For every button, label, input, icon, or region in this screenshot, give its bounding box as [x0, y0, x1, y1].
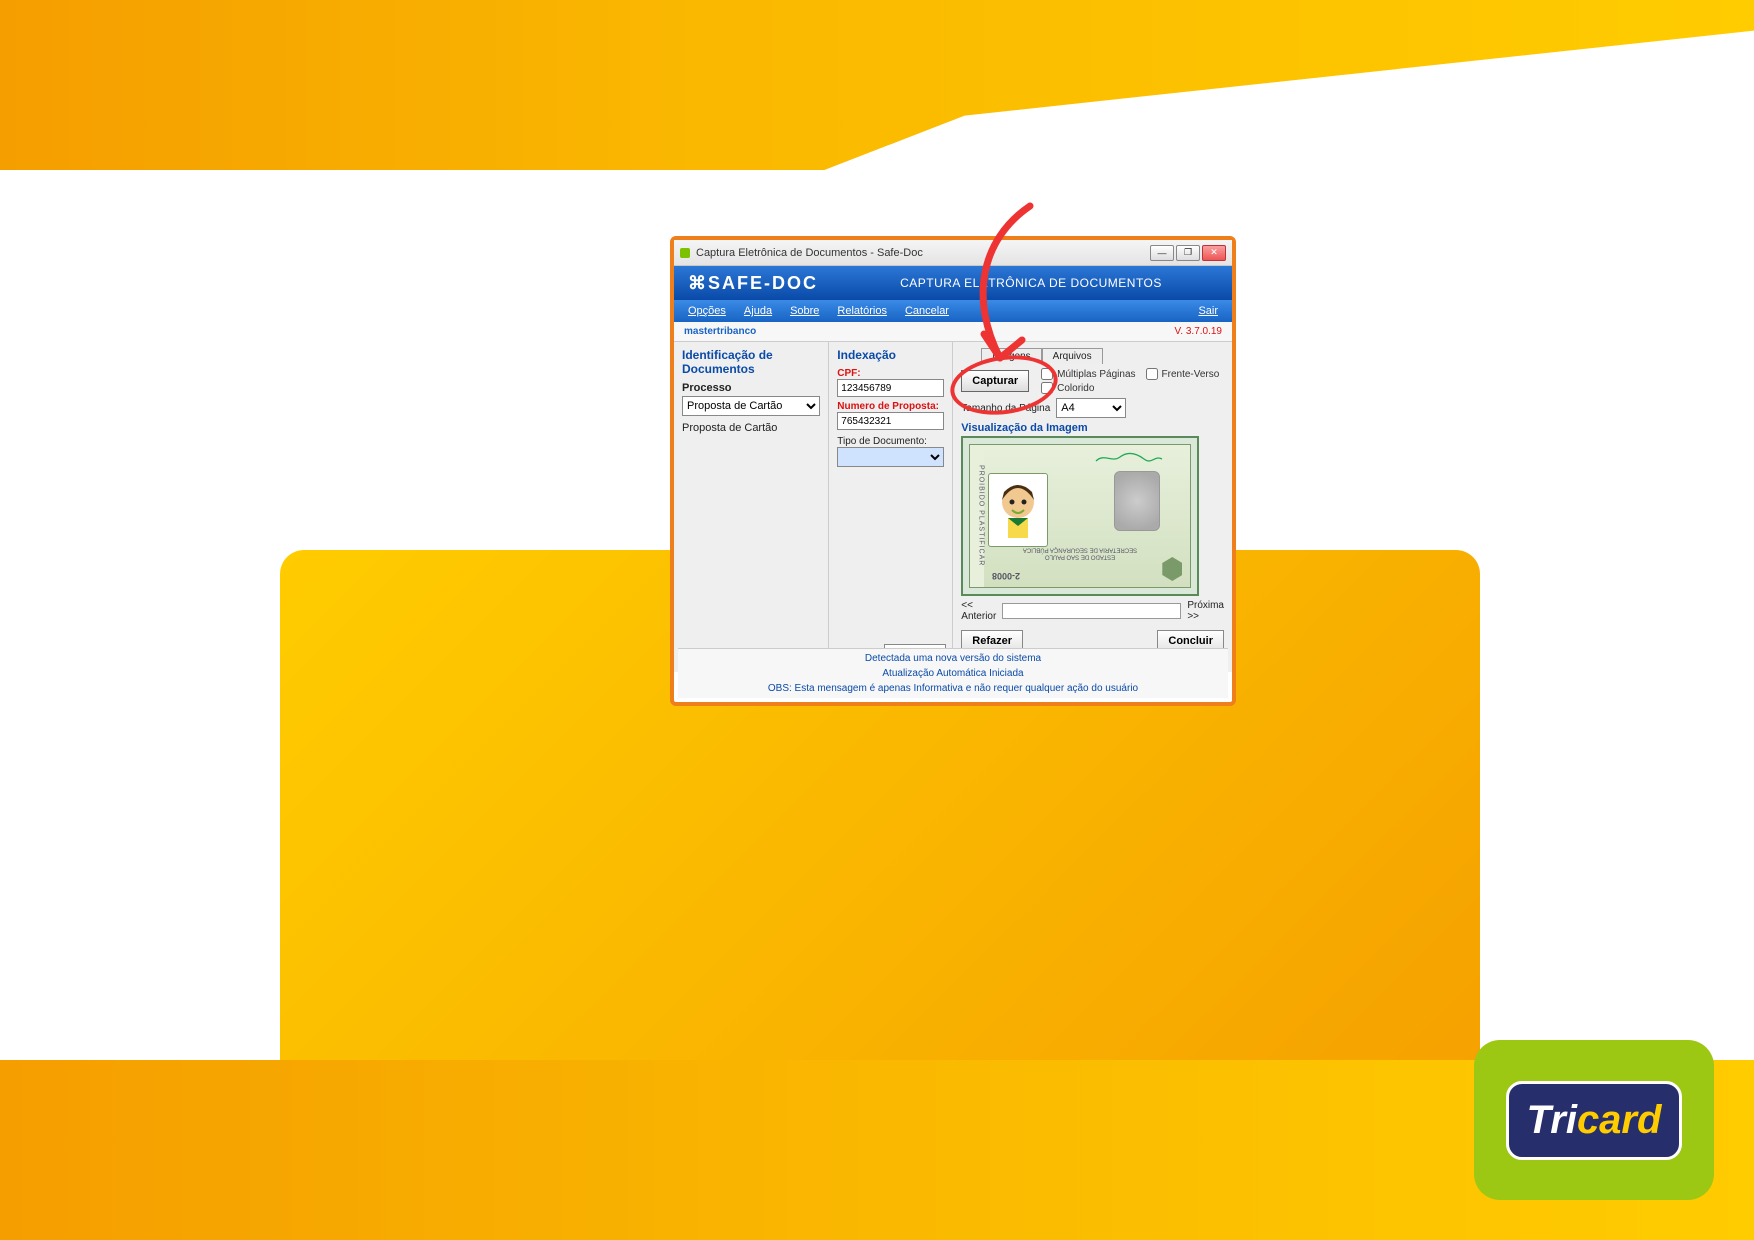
multipaginas-checkbox[interactable]	[1041, 368, 1053, 380]
colorido-label: Colorido	[1057, 383, 1094, 394]
id-state-line2: SECRETARIA DE SEGURANÇA PÚBLICA	[1023, 546, 1137, 552]
main-columns: Identificação de Documentos Processo Pro…	[674, 342, 1232, 672]
frenteverso-check[interactable]: Frente-Verso	[1146, 368, 1220, 380]
tab-imagens[interactable]: Imagens	[981, 348, 1041, 364]
processo-value-text: Proposta de Cartão	[682, 422, 820, 434]
version-label: V. 3.7.0.19	[1175, 326, 1222, 337]
page-nav-row: << Anterior Próxima >>	[961, 600, 1224, 622]
banner-caption: CAPTURA ELETRÔNICA DE DOCUMENTOS	[844, 276, 1218, 290]
window-title: Captura Eletrônica de Documentos - Safe-…	[696, 247, 1144, 259]
status-line-3: OBS: Esta mensagem é apenas Informativa …	[678, 681, 1228, 696]
menu-bar: Opções Ajuda Sobre Relatórios Cancelar S…	[674, 300, 1232, 322]
panel-imagem: Imagens Arquivos Capturar Múltiplas Pági…	[953, 342, 1232, 672]
id-fingerprint	[1114, 471, 1160, 531]
page-number-input[interactable]	[1002, 603, 1181, 619]
minimize-button[interactable]: —	[1150, 245, 1174, 261]
processo-select[interactable]: Proposta de Cartão	[682, 396, 820, 416]
tipodoc-select[interactable]	[837, 447, 944, 467]
meta-bar: mastertribanco V. 3.7.0.19	[674, 322, 1232, 342]
tricard-suffix: card	[1577, 1098, 1662, 1142]
titlebar: Captura Eletrônica de Documentos - Safe-…	[674, 240, 1232, 266]
tab-arquivos[interactable]: Arquivos	[1042, 348, 1103, 364]
multipaginas-label: Múltiplas Páginas	[1057, 369, 1135, 380]
id-state-line1: ESTADO DE SÃO PAULO	[1045, 553, 1115, 559]
app-logo-text: ⌘SAFE-DOC	[688, 273, 818, 294]
close-button[interactable]: ✕	[1202, 245, 1226, 261]
window-controls: — ❐ ✕	[1150, 245, 1226, 261]
menu-cancelar[interactable]: Cancelar	[905, 305, 949, 317]
viz-title: Visualização da Imagem	[961, 422, 1224, 434]
cpf-input[interactable]	[837, 379, 944, 397]
id-document-image: PROIBIDO PLASTIFICAR	[969, 444, 1191, 588]
id-number: 2-0008	[992, 571, 1020, 581]
id-crest-icon	[1162, 557, 1182, 581]
status-bar: Detectada uma nova versão do sistema Atu…	[678, 648, 1228, 698]
tricard-wordmark: Tricard	[1506, 1081, 1683, 1160]
app-banner: ⌘SAFE-DOC CAPTURA ELETRÔNICA DE DOCUMENT…	[674, 266, 1232, 300]
processo-label: Processo	[682, 382, 820, 394]
anterior-link[interactable]: << Anterior	[961, 600, 996, 622]
current-user: mastertribanco	[684, 326, 756, 337]
pagesize-label: Tamanho da Página	[961, 403, 1050, 414]
colorido-check[interactable]: Colorido	[1041, 382, 1219, 394]
slide-top-wave	[0, 0, 1754, 170]
id-state-text: ESTADO DE SÃO PAULO SECRETARIA DE SEGURA…	[970, 545, 1190, 559]
tricard-prefix: Tri	[1527, 1098, 1577, 1142]
app-icon	[680, 248, 690, 258]
tipodoc-label: Tipo de Documento:	[837, 436, 944, 447]
colorido-checkbox[interactable]	[1041, 382, 1053, 394]
pagesize-select[interactable]: A4	[1056, 398, 1126, 418]
safedoc-window: Captura Eletrônica de Documentos - Safe-…	[670, 236, 1236, 706]
panel-indexacao: Indexação CPF: Numero de Proposta: Tipo …	[829, 342, 953, 672]
menu-ajuda[interactable]: Ajuda	[744, 305, 772, 317]
pagesize-row: Tamanho da Página A4	[961, 398, 1224, 418]
ident-title: Identificação de Documentos	[682, 348, 820, 376]
status-line-2: Atualização Automática Iniciada	[678, 666, 1228, 681]
tricard-logo: Tricard	[1474, 1040, 1714, 1200]
proxima-link[interactable]: Próxima >>	[1187, 600, 1224, 622]
frenteverso-checkbox[interactable]	[1146, 368, 1158, 380]
frenteverso-label: Frente-Verso	[1162, 369, 1220, 380]
image-preview: PROIBIDO PLASTIFICAR	[961, 436, 1199, 596]
cpf-label: CPF:	[837, 368, 944, 379]
capture-row: Capturar Múltiplas Páginas Frente-Verso …	[961, 368, 1224, 394]
menu-relatorios[interactable]: Relatórios	[837, 305, 887, 317]
menu-sobre[interactable]: Sobre	[790, 305, 819, 317]
menu-opcoes[interactable]: Opções	[688, 305, 726, 317]
maximize-button[interactable]: ❐	[1176, 245, 1200, 261]
panel-identificacao: Identificação de Documentos Processo Pro…	[674, 342, 829, 672]
status-line-1: Detectada uma nova versão do sistema	[678, 651, 1228, 666]
id-photo	[988, 473, 1048, 547]
id-proibido-text: PROIBIDO PLASTIFICAR	[970, 445, 984, 587]
numprop-label: Numero de Proposta:	[837, 401, 944, 412]
index-title: Indexação	[837, 348, 944, 362]
app-name: SAFE-DOC	[708, 273, 818, 293]
multipaginas-check[interactable]: Múltiplas Páginas	[1041, 368, 1135, 380]
capturar-button[interactable]: Capturar	[961, 370, 1029, 392]
menu-sair[interactable]: Sair	[1198, 305, 1218, 317]
numprop-input[interactable]	[837, 412, 944, 430]
id-signature	[1094, 451, 1164, 465]
cartoon-face-icon	[994, 480, 1042, 540]
image-tabs: Imagens Arquivos	[981, 348, 1224, 364]
